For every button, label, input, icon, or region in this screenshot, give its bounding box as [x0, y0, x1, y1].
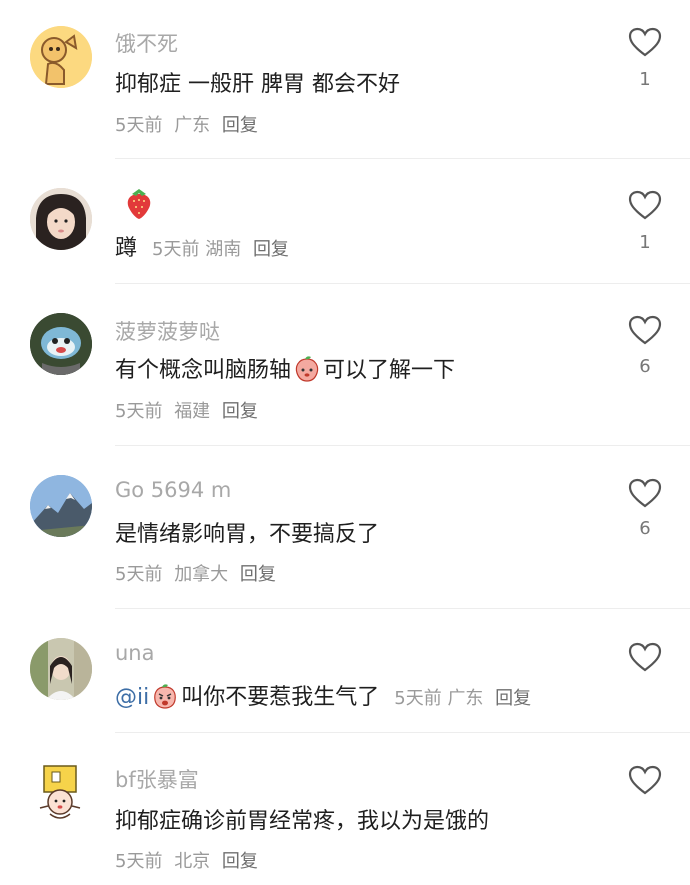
heart-outline-icon	[628, 642, 662, 672]
like-button[interactable]	[628, 642, 662, 672]
heart-outline-icon	[628, 765, 662, 795]
avatar[interactable]	[30, 475, 92, 537]
avatar[interactable]	[30, 188, 92, 250]
username[interactable]: una	[115, 641, 155, 665]
like-button[interactable]	[628, 27, 662, 57]
heart-outline-icon	[628, 315, 662, 345]
comment-meta: 5天前 广东 回复	[394, 688, 531, 709]
angry-face-emoji	[151, 682, 179, 710]
comment-time: 5天前	[115, 851, 163, 872]
comment-location: 北京	[174, 851, 211, 872]
reply-button[interactable]: 回复	[222, 115, 258, 136]
reply-button[interactable]: 回复	[240, 564, 276, 585]
comment-time: 5天前	[394, 688, 442, 709]
divider	[115, 732, 690, 733]
comment-text-part2: 可以了解一下	[323, 358, 456, 383]
comment-text: 有个概念叫脑肠轴 可以了解一下	[115, 352, 455, 384]
like-count: 6	[639, 518, 651, 539]
comment-meta: 5天前 加拿大 回复	[115, 560, 276, 586]
like-count: 1	[639, 69, 651, 90]
avatar[interactable]	[30, 26, 92, 88]
like-count: 6	[639, 356, 651, 377]
comment-location: 广东	[174, 115, 211, 136]
username[interactable]: Go 5694 m	[115, 478, 231, 502]
like-button[interactable]	[628, 478, 662, 508]
reply-button[interactable]: 回复	[495, 688, 531, 709]
comment-text: 抑郁症 一般肝 脾胃 都会不好	[115, 72, 400, 97]
heart-outline-icon	[628, 190, 662, 220]
comment-meta: 5天前 湖南 回复	[152, 239, 289, 260]
reply-button[interactable]: 回复	[253, 239, 289, 260]
peach-emoji	[293, 355, 321, 383]
comment-text: 抑郁症确诊前胃经常疼，我以为是饿的	[115, 809, 490, 834]
reply-button[interactable]: 回复	[222, 851, 258, 872]
heart-outline-icon	[628, 478, 662, 508]
comment-time: 5天前	[115, 564, 163, 585]
username[interactable]: 菠萝菠萝哒	[115, 316, 220, 346]
divider	[115, 445, 690, 446]
comment-text: 蹲 5天前 湖南 回复	[115, 230, 289, 262]
like-button[interactable]	[628, 765, 662, 795]
strawberry-emoji	[124, 186, 154, 220]
comment-text-body: 蹲	[115, 236, 138, 261]
reply-button[interactable]: 回复	[222, 401, 258, 422]
comment-text: @ii 叫你不要惹我生气了 5天前 广东 回复	[115, 679, 531, 711]
avatar[interactable]	[30, 638, 92, 700]
divider	[115, 283, 690, 284]
mention-link[interactable]: @ii	[115, 685, 149, 710]
comment-text-body: 叫你不要惹我生气了	[181, 685, 380, 710]
like-count: 1	[639, 232, 651, 253]
comment-time: 5天前	[152, 239, 200, 260]
like-button[interactable]	[628, 190, 662, 220]
comment-meta: 5天前 福建 回复	[115, 397, 258, 423]
comment-time: 5天前	[115, 115, 163, 136]
comment-location: 湖南	[205, 239, 242, 260]
comment-location: 福建	[174, 401, 211, 422]
divider	[115, 608, 690, 609]
comment-time: 5天前	[115, 401, 163, 422]
comment-meta: 5天前 广东 回复	[115, 111, 258, 137]
username[interactable]: bf张暴富	[115, 764, 199, 794]
comment-meta: 5天前 北京 回复	[115, 847, 258, 873]
like-button[interactable]	[628, 315, 662, 345]
comment-location: 广东	[447, 688, 484, 709]
heart-outline-icon	[628, 27, 662, 57]
username[interactable]: 饿不死	[115, 28, 178, 58]
comment-location: 加拿大	[174, 564, 229, 585]
comment-text-part1: 有个概念叫脑肠轴	[115, 358, 292, 383]
avatar[interactable]	[30, 762, 92, 824]
avatar[interactable]	[30, 313, 92, 375]
comment-text: 是情绪影响胃，不要搞反了	[115, 522, 380, 547]
divider	[115, 158, 690, 159]
